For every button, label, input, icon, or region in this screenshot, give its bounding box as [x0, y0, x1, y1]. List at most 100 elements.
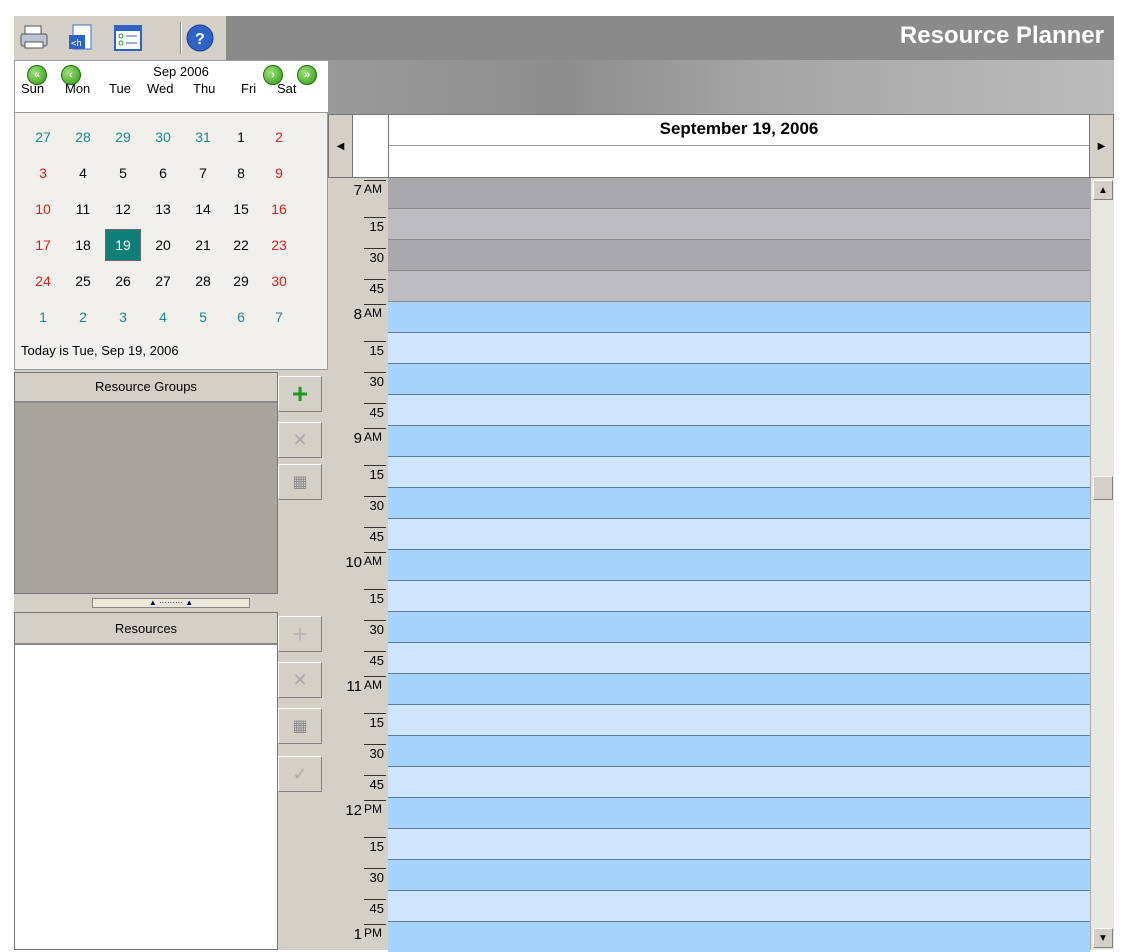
calendar-day[interactable]: 22 [223, 229, 259, 261]
time-slot[interactable] [388, 426, 1090, 457]
calendar-day[interactable]: 3 [25, 157, 61, 189]
time-slot[interactable] [388, 767, 1090, 798]
calendar-day[interactable]: 1 [25, 301, 61, 333]
time-slot[interactable] [388, 178, 1090, 209]
calendar-day[interactable]: 31 [185, 121, 221, 153]
print-icon[interactable] [18, 22, 50, 54]
calendar-day[interactable]: 12 [105, 193, 141, 225]
calendar-day[interactable]: 10 [25, 193, 61, 225]
vertical-scrollbar[interactable]: ▲ ▼ [1090, 178, 1114, 950]
calendar-day[interactable]: 6 [223, 301, 259, 333]
calendar-day[interactable]: 14 [185, 193, 221, 225]
calendar-day[interactable]: 5 [185, 301, 221, 333]
left-panel: « ‹ Sep 2006 › » Sun Mon Tue Wed Thu Fri… [14, 60, 329, 950]
minute-label: 30 [369, 746, 384, 761]
calendar-day[interactable]: 4 [65, 157, 101, 189]
calendar-day[interactable]: 1 [223, 121, 259, 153]
weekday-label: Mon [65, 81, 91, 96]
time-slot[interactable] [388, 581, 1090, 612]
calendar-day[interactable]: 29 [223, 265, 259, 297]
delete-resource-button[interactable]: ✕ [278, 662, 322, 698]
scroll-left-icon[interactable]: ◀ [329, 115, 353, 177]
minute-label: 30 [369, 622, 384, 637]
date-title: September 19, 2006 [659, 119, 819, 138]
calendar-day[interactable]: 13 [145, 193, 181, 225]
calendar-day[interactable]: 3 [105, 301, 141, 333]
time-slot[interactable] [388, 457, 1090, 488]
time-slot[interactable] [388, 488, 1090, 519]
time-slot[interactable] [388, 705, 1090, 736]
calendar-day[interactable]: 23 [261, 229, 297, 261]
calendar-day[interactable]: 29 [105, 121, 141, 153]
calendar-day[interactable]: 9 [261, 157, 297, 189]
calendar-day[interactable]: 18 [65, 229, 101, 261]
calendar-day[interactable]: 4 [145, 301, 181, 333]
calendar-day[interactable]: 27 [25, 121, 61, 153]
calendar-day[interactable]: 6 [145, 157, 181, 189]
delete-group-button[interactable]: ✕ [278, 422, 322, 458]
ampm-label: AM [364, 678, 382, 692]
calendar-day[interactable]: 30 [145, 121, 181, 153]
help-icon[interactable]: ? [184, 22, 216, 54]
weekday-label: Sat [277, 81, 297, 96]
panel-splitter[interactable]: ▲ ········· ▲ [92, 598, 250, 608]
time-slot[interactable] [388, 333, 1090, 364]
time-slot[interactable] [388, 736, 1090, 767]
scroll-up-icon[interactable]: ▲ [1093, 180, 1113, 200]
calendar-day[interactable]: 24 [25, 265, 61, 297]
time-slot[interactable] [388, 643, 1090, 674]
time-slot[interactable] [388, 860, 1090, 891]
calendar-day[interactable]: 2 [65, 301, 101, 333]
time-tick [364, 372, 386, 373]
calendar-day[interactable]: 21 [185, 229, 221, 261]
time-slot[interactable] [388, 364, 1090, 395]
calendar-day[interactable]: 27 [145, 265, 181, 297]
calendar-day[interactable]: 30 [261, 265, 297, 297]
time-slot[interactable] [388, 922, 1090, 952]
calendar-day[interactable]: 16 [261, 193, 297, 225]
scroll-down-icon[interactable]: ▼ [1093, 928, 1113, 948]
today-label[interactable]: Today is Tue, Sep 19, 2006 [21, 343, 179, 358]
resource-groups-list[interactable]: Resource Groups [14, 372, 278, 594]
calendar-day[interactable]: 28 [185, 265, 221, 297]
calendar-day[interactable]: 2 [261, 121, 297, 153]
scroll-thumb[interactable] [1093, 476, 1113, 500]
time-slot[interactable] [388, 550, 1090, 581]
calendar-day[interactable]: 5 [105, 157, 141, 189]
resources-list[interactable]: Resources [14, 612, 278, 950]
add-group-button[interactable]: + [278, 376, 322, 412]
scroll-right-icon[interactable]: ▶ [1089, 115, 1113, 177]
next-year-icon[interactable]: » [297, 65, 317, 85]
time-slot[interactable] [388, 798, 1090, 829]
calendar-day[interactable]: 15 [223, 193, 259, 225]
edit-group-button[interactable]: ▦ [278, 464, 322, 500]
calendar-day[interactable]: 20 [145, 229, 181, 261]
calendar-day[interactable]: 17 [25, 229, 61, 261]
calendar-day[interactable]: 11 [65, 193, 101, 225]
select-resource-button[interactable]: ✓ [278, 756, 322, 792]
html-export-icon[interactable]: <h [66, 22, 98, 54]
options-icon[interactable] [112, 22, 144, 54]
time-slot[interactable] [388, 829, 1090, 860]
calendar-day[interactable]: 8 [223, 157, 259, 189]
calendar-day[interactable]: 7 [185, 157, 221, 189]
calendar-day[interactable]: 7 [261, 301, 297, 333]
minute-label: 45 [369, 777, 384, 792]
calendar-day[interactable]: 28 [65, 121, 101, 153]
time-slot[interactable] [388, 674, 1090, 705]
add-resource-button[interactable]: + [278, 616, 322, 652]
calendar-day[interactable]: 26 [105, 265, 141, 297]
calendar-day[interactable]: 19 [105, 229, 141, 261]
time-slot[interactable] [388, 209, 1090, 240]
time-slot[interactable] [388, 612, 1090, 643]
time-slot[interactable] [388, 302, 1090, 333]
time-slot[interactable] [388, 891, 1090, 922]
calendar-day[interactable]: 25 [65, 265, 101, 297]
edit-resource-button[interactable]: ▦ [278, 708, 322, 744]
ampm-label: AM [364, 306, 382, 320]
time-slot[interactable] [388, 395, 1090, 426]
time-tick [364, 496, 386, 497]
time-slot[interactable] [388, 240, 1090, 271]
time-slot[interactable] [388, 519, 1090, 550]
time-slot[interactable] [388, 271, 1090, 302]
